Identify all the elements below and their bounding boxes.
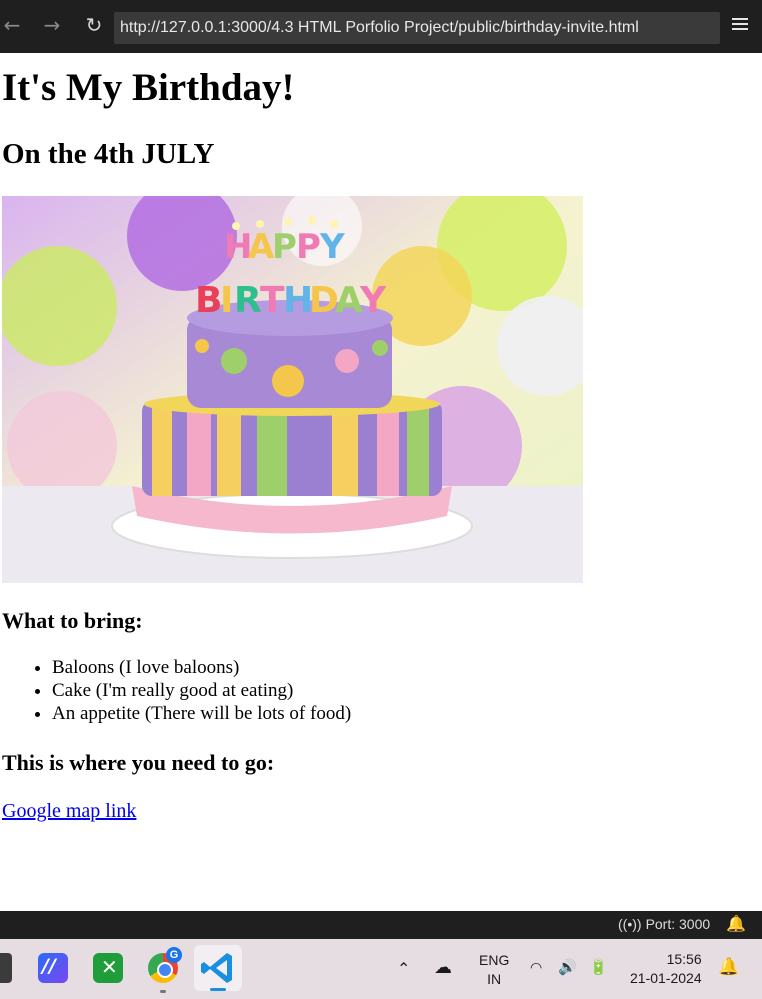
forward-arrow-icon[interactable]: → bbox=[40, 13, 64, 37]
svg-text:R: R bbox=[234, 280, 262, 321]
menu-icon[interactable] bbox=[732, 18, 748, 32]
battery-icon[interactable]: 🔋 bbox=[589, 958, 608, 976]
svg-text:A: A bbox=[248, 227, 275, 267]
birthday-cake-image: H A P P Y B I R T H D A Y bbox=[2, 196, 583, 583]
location-heading: This is where you need to go: bbox=[2, 750, 275, 775]
list-item: Baloons (I love baloons) bbox=[52, 656, 351, 679]
bring-list: Baloons (I love baloons) Cake (I'm reall… bbox=[2, 656, 351, 725]
status-bar: ((•)) Port: 3000 🔔 bbox=[0, 911, 762, 939]
broadcast-icon: ((•)) bbox=[618, 916, 642, 932]
clock[interactable]: 15:56 21-01-2024 bbox=[630, 950, 702, 988]
bring-heading: What to bring: bbox=[2, 608, 143, 633]
svg-text:B: B bbox=[195, 280, 222, 321]
app-icon[interactable] bbox=[0, 953, 12, 983]
taskbar: // ✕ G ⌃ ☁ ENG IN ◠ 🔊 🔋 15:56 21-01-2024… bbox=[0, 939, 762, 999]
svg-text:I: I bbox=[220, 280, 233, 321]
active-indicator bbox=[210, 988, 226, 991]
port-indicator[interactable]: ((•)) Port: 3000 bbox=[618, 916, 710, 932]
cloud-icon[interactable]: ☁ bbox=[434, 957, 452, 978]
list-item: Cake (I'm really good at eating) bbox=[52, 679, 351, 702]
running-indicator bbox=[160, 990, 166, 993]
address-bar[interactable]: http://127.0.0.1:3000/4.3 HTML Porfolio … bbox=[114, 12, 720, 44]
xbox-icon[interactable]: ✕ bbox=[93, 953, 123, 983]
page-subtitle: On the 4th JULY bbox=[2, 138, 215, 170]
region-code: IN bbox=[487, 971, 502, 987]
port-label: Port: 3000 bbox=[645, 916, 711, 932]
language-code: ENG bbox=[479, 952, 510, 968]
browser-toolbar: ← → ↻ http://127.0.0.1:3000/4.3 HTML Por… bbox=[0, 0, 762, 53]
language-indicator[interactable]: ENG IN bbox=[479, 951, 509, 989]
svg-text:A: A bbox=[335, 280, 363, 321]
list-item: An appetite (There will be lots of food) bbox=[52, 702, 351, 725]
reload-icon[interactable]: ↻ bbox=[82, 13, 106, 37]
clock-date: 21-01-2024 bbox=[630, 970, 702, 986]
notification-icon[interactable]: 🔔 bbox=[718, 957, 739, 977]
svg-text:T: T bbox=[260, 280, 285, 321]
svg-text:P: P bbox=[272, 227, 297, 267]
chevron-up-icon[interactable]: ⌃ bbox=[397, 959, 410, 979]
app-icon[interactable]: // bbox=[38, 953, 68, 983]
vscode-icon[interactable] bbox=[194, 945, 242, 991]
google-map-link[interactable]: Google map link bbox=[2, 800, 136, 823]
notification-bell-icon[interactable]: 🔔 bbox=[726, 914, 746, 934]
wifi-icon[interactable]: ◠ bbox=[530, 959, 542, 976]
chrome-profile-badge: G bbox=[166, 947, 182, 963]
clock-time: 15:56 bbox=[666, 951, 702, 967]
svg-text:Y: Y bbox=[319, 227, 345, 267]
chrome-icon[interactable]: G bbox=[148, 947, 182, 983]
page-content: It's My Birthday! On the 4th JULY H A P … bbox=[0, 53, 762, 911]
speaker-icon[interactable]: 🔊 bbox=[558, 958, 577, 976]
svg-text:P: P bbox=[296, 227, 321, 267]
svg-text:Y: Y bbox=[359, 280, 387, 321]
back-arrow-icon[interactable]: ← bbox=[0, 13, 24, 37]
page-title: It's My Birthday! bbox=[2, 66, 295, 109]
